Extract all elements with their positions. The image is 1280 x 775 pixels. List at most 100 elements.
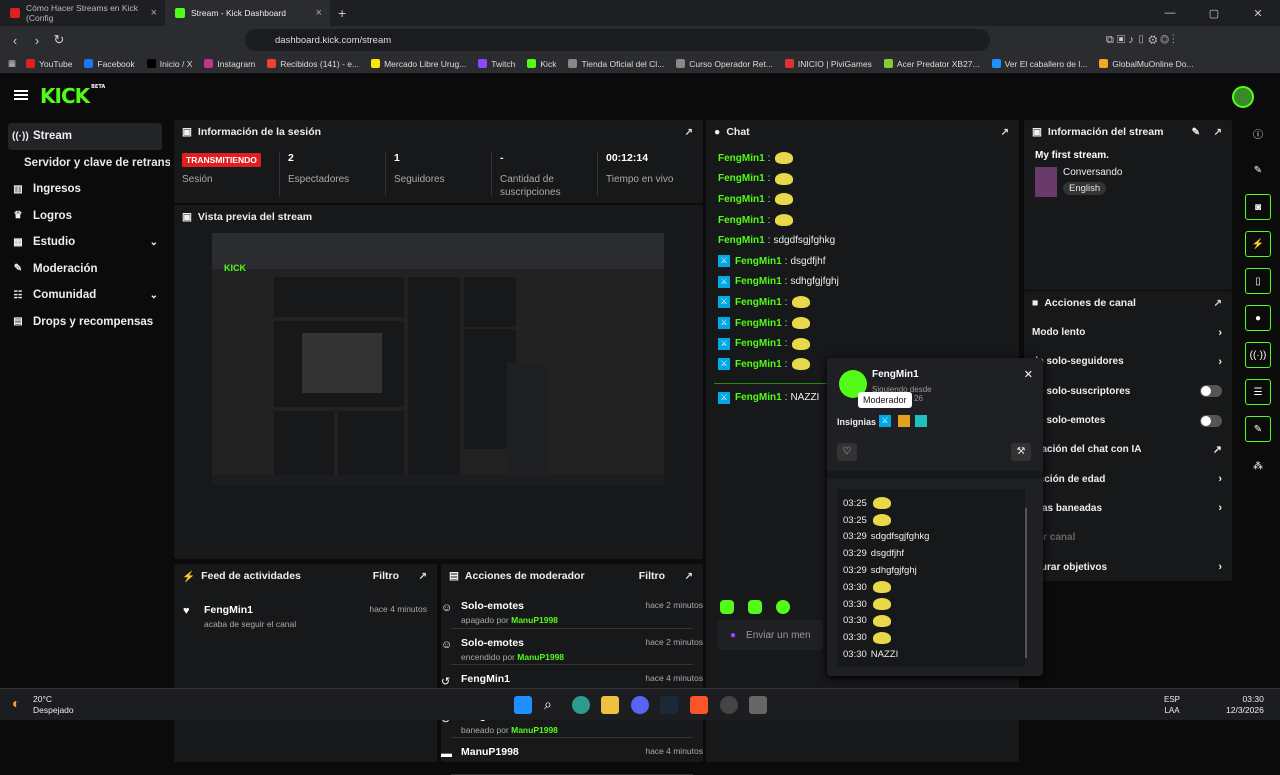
channel-action-row[interactable]: de solo-emotes <box>1024 406 1232 435</box>
chat-username[interactable]: FengMin1 <box>735 318 782 329</box>
extensions-icon[interactable]: ⧉ ▣ ♪ ▯ ⚙ ◎ ⋮ <box>1106 34 1175 47</box>
bookmark-item[interactable]: Inicio / X <box>146 59 192 69</box>
mod-tool-button[interactable]: ⚒ <box>1011 443 1031 461</box>
bookmark-item[interactable]: Acer Predator XB27... <box>883 59 980 69</box>
mic-icon[interactable]: ● <box>730 630 736 641</box>
crown-badge-icon[interactable] <box>898 415 910 427</box>
stream-preview-video[interactable]: KICK <box>212 233 664 485</box>
chat-username[interactable]: FengMin1 <box>718 215 765 226</box>
emote-icon[interactable] <box>720 600 734 614</box>
forward-icon[interactable]: › <box>26 33 48 48</box>
document-icon[interactable]: ▯ <box>1245 268 1271 294</box>
bookmark-item[interactable]: Curso Operador Ret... <box>676 59 773 69</box>
url-input[interactable]: dashboard.kick.com/stream <box>245 29 990 51</box>
channel-action-row[interactable]: de solo-seguidores › <box>1024 347 1232 376</box>
bookmark-item[interactable]: YouTube <box>26 59 72 69</box>
close-tab-icon[interactable]: × <box>151 7 157 19</box>
popout-icon[interactable]: ↗ <box>685 127 693 138</box>
app-icon[interactable] <box>720 696 738 714</box>
camera-icon[interactable]: ◙ <box>1245 194 1271 220</box>
filter-button[interactable]: Filtro <box>373 570 399 582</box>
channel-action-row[interactable]: de solo-suscriptores <box>1024 377 1232 406</box>
clock-time[interactable]: 03:30 <box>1243 694 1264 704</box>
bookmark-item[interactable]: GlobalMuOnline Do... <box>1099 59 1194 69</box>
bookmark-item[interactable]: Mercado Libre Urug... <box>371 59 466 69</box>
info-icon[interactable]: ⓘ <box>1245 120 1271 146</box>
broadcast-icon[interactable]: ((·)) <box>1245 342 1271 368</box>
filter-button[interactable]: Filtro <box>639 570 665 582</box>
reload-icon[interactable]: ↻ <box>48 32 70 48</box>
sidebar-item-logros[interactable]: ♛ Logros <box>0 203 170 230</box>
pencil-icon[interactable]: ✎ <box>1245 157 1271 183</box>
channel-action-row[interactable]: ear canal <box>1024 523 1232 552</box>
chat-input[interactable]: ● Enviar un men <box>718 620 823 650</box>
sidebar-item-comunidad[interactable]: ☷ Comunidad ⌄ <box>0 282 170 309</box>
mod-action-user[interactable]: ManuP1998 <box>517 652 564 662</box>
clock-date[interactable]: 12/3/2026 <box>1226 705 1264 715</box>
popout-icon[interactable]: ↗ <box>1001 127 1009 138</box>
minimize-icon[interactable]: — <box>1148 0 1192 26</box>
edge-icon[interactable] <box>572 696 590 714</box>
close-window-icon[interactable]: ✕ <box>1236 0 1280 26</box>
windows-start-icon[interactable] <box>514 696 532 714</box>
channel-action-row[interactable]: oras baneadas › <box>1024 494 1232 523</box>
sidebar-item-drops[interactable]: ▤ Drops y recompensas <box>0 309 170 336</box>
user-avatar[interactable] <box>1232 86 1254 108</box>
bookmark-item[interactable]: Twitch <box>478 59 515 69</box>
bookmark-item[interactable]: Instagram <box>204 59 255 69</box>
popup-username[interactable]: FengMin1 <box>872 369 919 380</box>
sidebar-item-ingresos[interactable]: ▥ Ingresos <box>0 176 170 203</box>
chat-username[interactable]: FengMin1 <box>735 392 782 403</box>
channel-action-row[interactable]: igurar objetivos › <box>1024 552 1232 581</box>
maximize-icon[interactable]: ▢ <box>1192 0 1236 26</box>
sidebar-item-stream[interactable]: ((·)) Stream <box>8 123 162 150</box>
kick-logo[interactable]: KICK BETA <box>40 84 105 108</box>
discord-icon[interactable] <box>631 696 649 714</box>
popout-icon[interactable]: ↗ <box>685 571 693 582</box>
sidebar-item-server-key[interactable]: Servidor y clave de retransmisión <box>0 150 170 177</box>
sidebar-item-estudio[interactable]: ▦ Estudio ⌄ <box>0 229 170 256</box>
new-tab-icon[interactable]: + <box>338 5 346 21</box>
chat-username[interactable]: FengMin1 <box>735 359 782 370</box>
browser-tab[interactable]: Cómo Hacer Streams en Kick (Config × <box>0 0 165 26</box>
close-tab-icon[interactable]: × <box>316 7 322 19</box>
popout-icon[interactable]: ↗ <box>1214 298 1222 309</box>
popout-icon[interactable]: ↗ <box>1214 127 1222 138</box>
steam-icon[interactable] <box>660 696 678 714</box>
back-icon[interactable]: ‹ <box>4 33 26 48</box>
bookmark-item[interactable]: Tienda Oficial del Cl... <box>568 59 664 69</box>
chat-username[interactable]: FengMin1 <box>718 173 765 184</box>
apps-icon[interactable]: ▦ <box>8 58 16 69</box>
chat-username[interactable]: FengMin1 <box>718 153 765 164</box>
channel-action-row[interactable]: ricción de edad › <box>1024 464 1232 493</box>
chat-username[interactable]: FengMin1 <box>735 256 782 267</box>
emote-icon[interactable] <box>776 600 790 614</box>
toggle-switch[interactable] <box>1200 385 1222 398</box>
lang-variant[interactable]: LAA <box>1164 706 1179 715</box>
moderator-badge-icon[interactable]: ⚔ <box>879 415 891 427</box>
chat-icon[interactable]: ● <box>1245 305 1271 331</box>
wrench-icon[interactable]: ✎ <box>1245 416 1271 442</box>
channel-action-row[interactable]: Modo lento › <box>1024 318 1232 347</box>
list-icon[interactable]: ☰ <box>1245 379 1271 405</box>
bookmark-item[interactable]: Ver El caballero de l... <box>991 59 1087 69</box>
chat-username[interactable]: FengMin1 <box>735 297 782 308</box>
bookmark-item[interactable]: Recibidos (141) - e... <box>267 59 359 69</box>
chat-username[interactable]: FengMin1 <box>735 276 782 287</box>
app-icon[interactable] <box>749 696 767 714</box>
toggle-switch[interactable] <box>1200 414 1222 427</box>
chat-username[interactable]: FengMin1 <box>718 194 765 205</box>
apps-icon[interactable]: ⁂ <box>1245 453 1271 479</box>
bookmark-item[interactable]: INICIO | PiviGames <box>784 59 872 69</box>
sidebar-item-moderacion[interactable]: ✎ Moderación <box>0 256 170 283</box>
og-badge-icon[interactable] <box>915 415 927 427</box>
search-icon[interactable]: ⌕ <box>544 696 562 714</box>
channel-action-row[interactable]: eración del chat con IA ↗ <box>1024 435 1232 464</box>
folder-icon[interactable] <box>601 696 619 714</box>
menu-icon[interactable] <box>14 90 28 100</box>
brave-icon[interactable] <box>690 696 708 714</box>
bookmark-item[interactable]: Facebook <box>84 59 135 69</box>
chat-username[interactable]: FengMin1 <box>718 235 765 246</box>
scrollbar[interactable] <box>1025 508 1027 658</box>
lang-code[interactable]: ESP <box>1164 695 1180 704</box>
